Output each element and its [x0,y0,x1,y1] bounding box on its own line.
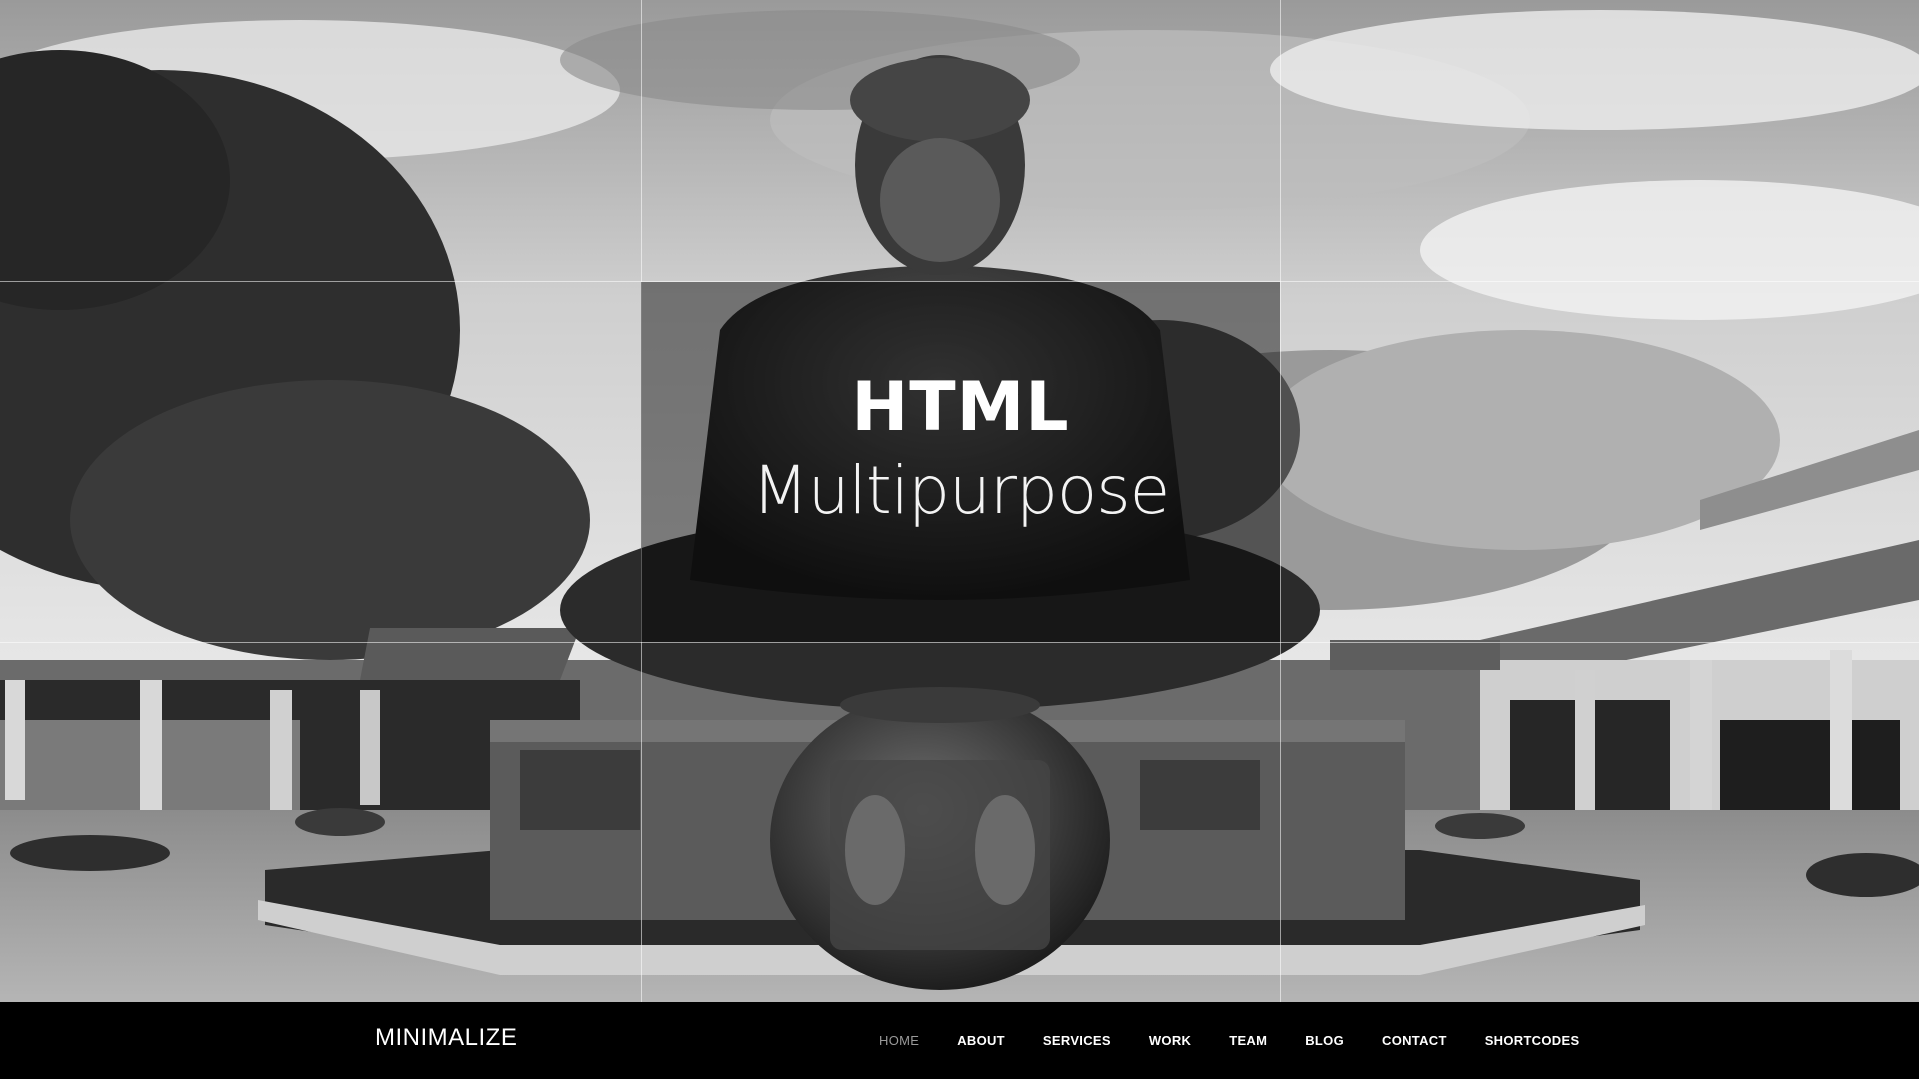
nav-item-blog: BLOG [1286,1025,1363,1056]
hero-title: HTML [851,368,1070,447]
nav-link-blog[interactable]: BLOG [1286,1025,1363,1056]
nav-item-team: TEAM [1210,1025,1286,1056]
nav-menu: HOME ABOUT SERVICES WORK TEAM BLOG CONTA… [860,1002,1598,1079]
nav-item-services: SERVICES [1024,1025,1130,1056]
nav-link-contact[interactable]: CONTACT [1363,1025,1466,1056]
nav-link-home[interactable]: HOME [860,1025,938,1056]
hero-subtitle: Multipurpose [751,452,1170,529]
brand-logo-link[interactable]: MINIMALIZE [375,1024,517,1052]
nav-link-work[interactable]: WORK [1130,1025,1210,1056]
nav-link-shortcodes[interactable]: SHORTCODES [1466,1025,1599,1056]
grid-line-vertical-2 [1280,0,1281,1002]
main-navbar: MINIMALIZE HOME ABOUT SERVICES WORK TEAM… [0,1002,1919,1079]
hero-section: HTML Multipurpose [0,0,1919,1002]
nav-item-about: ABOUT [938,1025,1024,1056]
grid-line-horizontal-2 [0,642,1919,643]
nav-link-about[interactable]: ABOUT [938,1025,1024,1056]
nav-item-work: WORK [1130,1025,1210,1056]
nav-link-services[interactable]: SERVICES [1024,1025,1130,1056]
nav-item-contact: CONTACT [1363,1025,1466,1056]
nav-link-team[interactable]: TEAM [1210,1025,1286,1056]
nav-item-home: HOME [860,1025,938,1056]
nav-item-shortcodes: SHORTCODES [1466,1025,1599,1056]
